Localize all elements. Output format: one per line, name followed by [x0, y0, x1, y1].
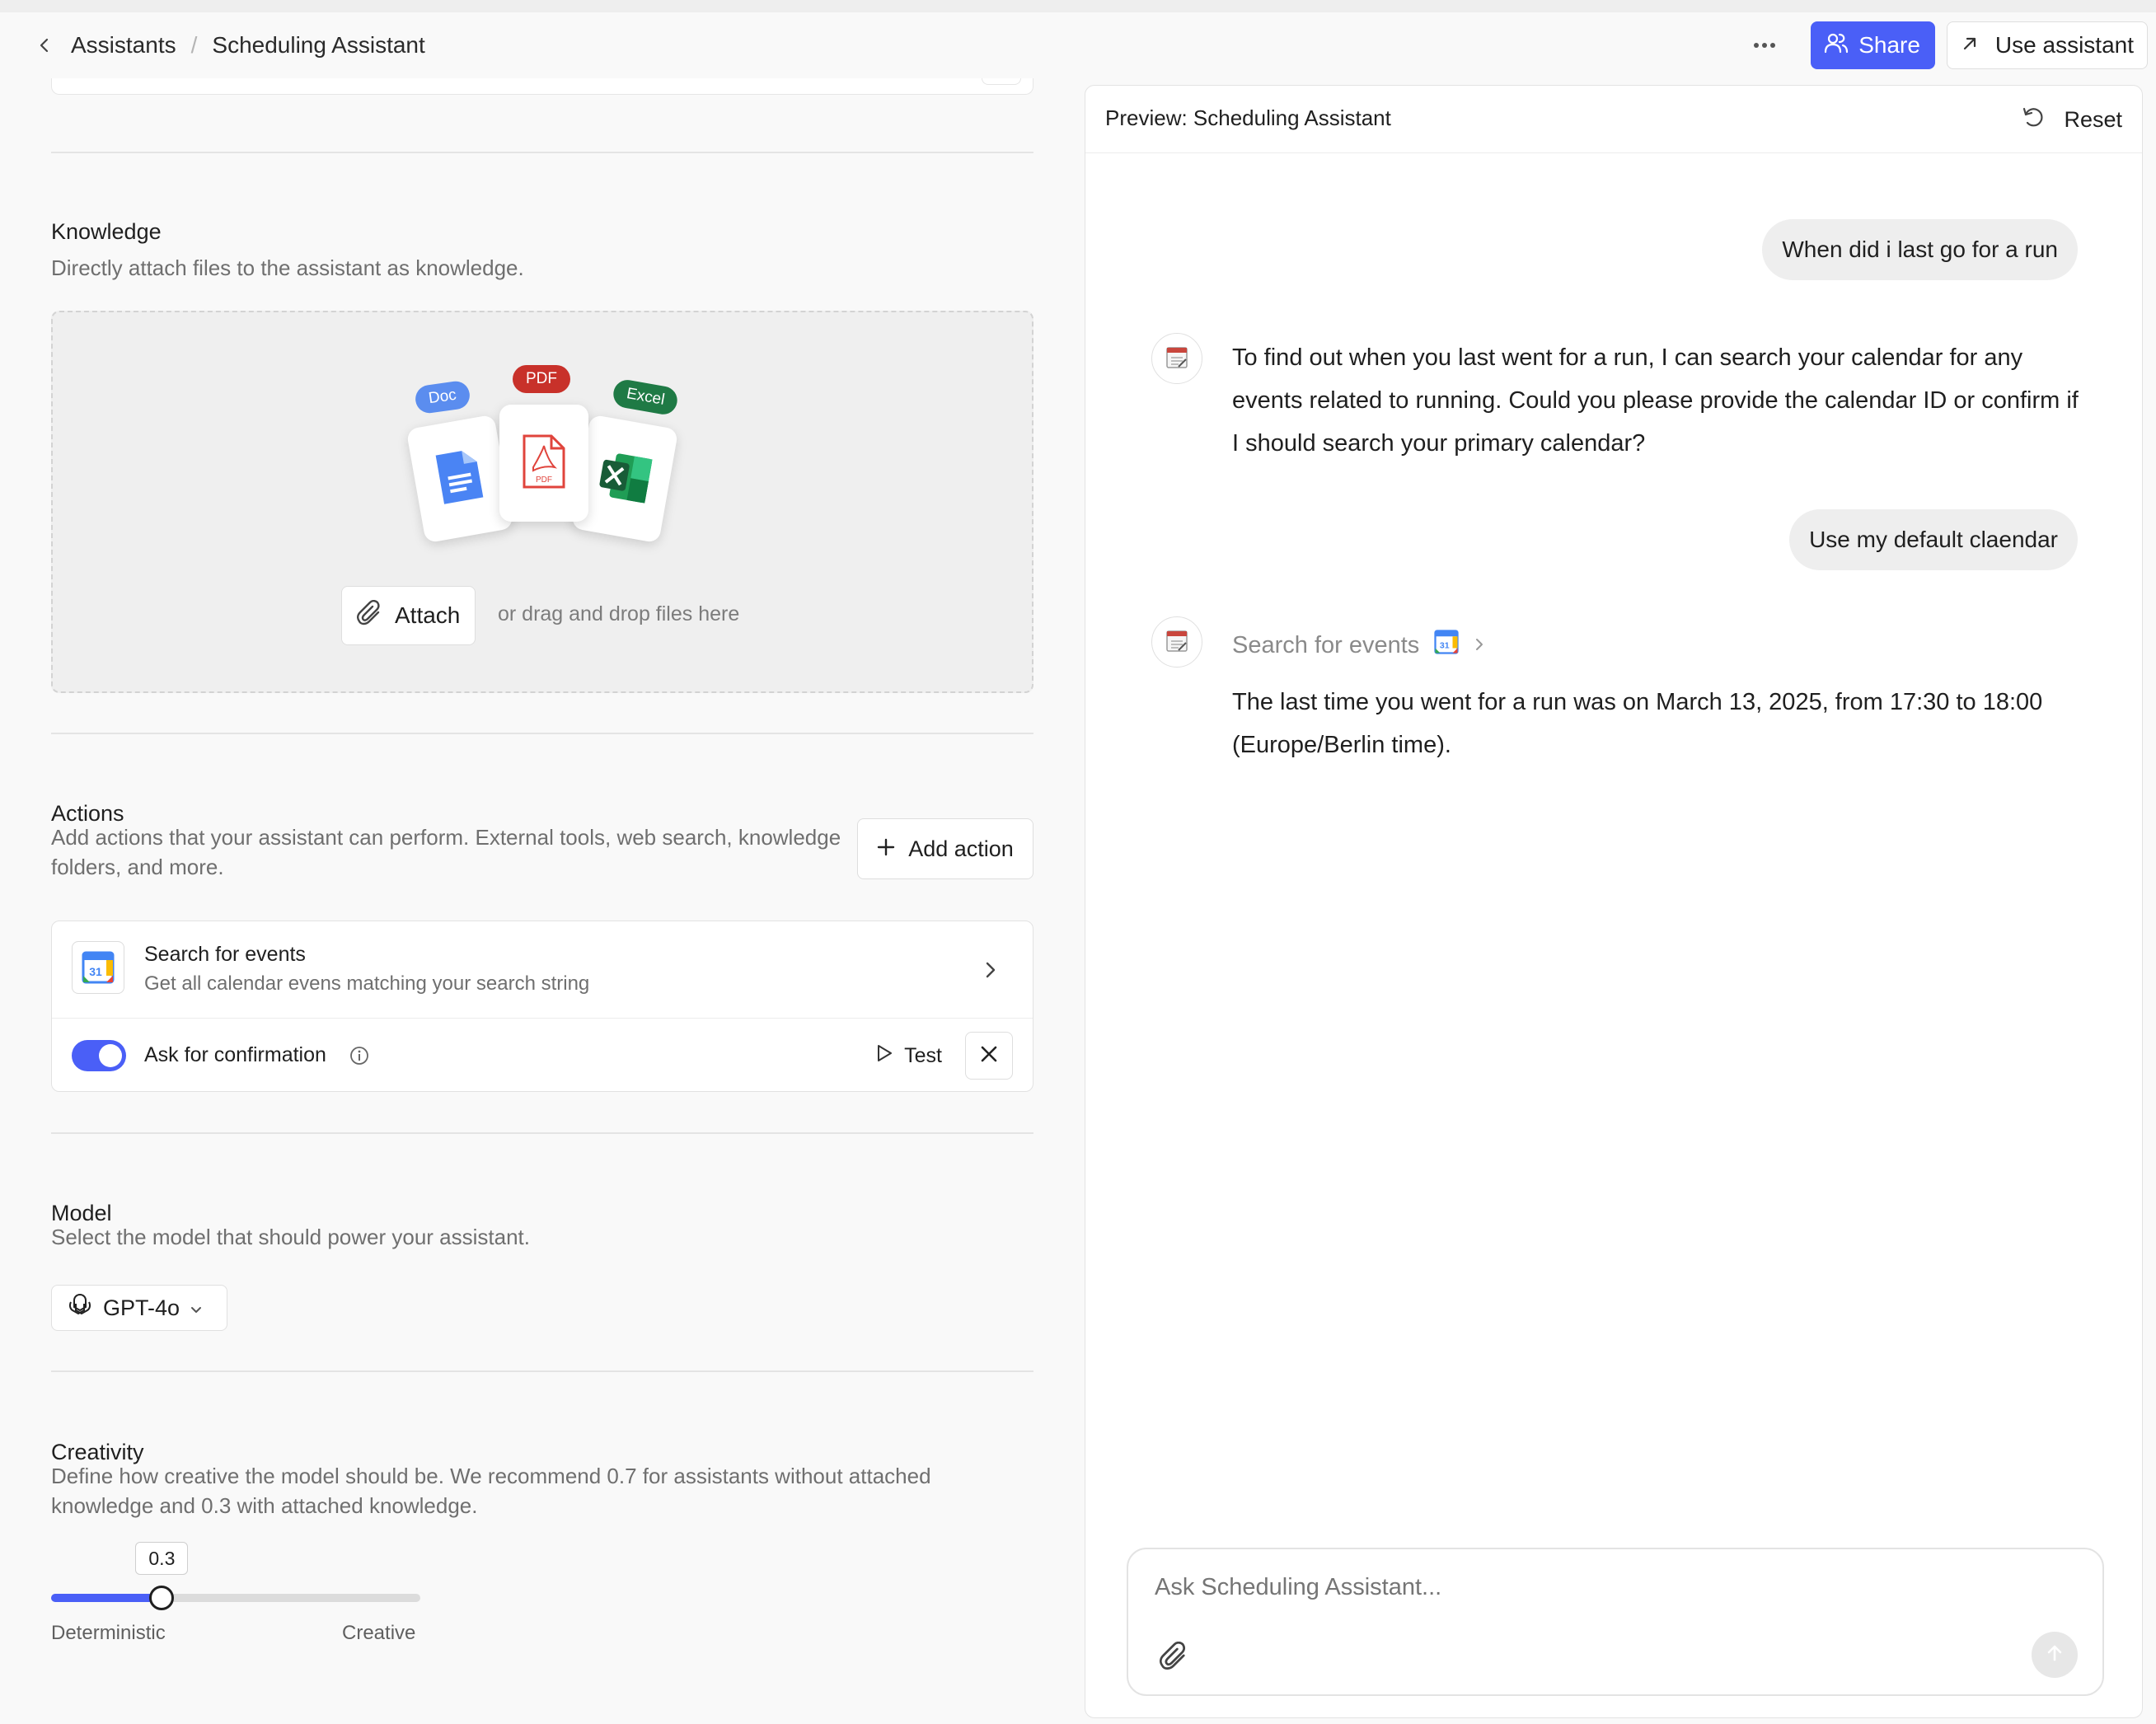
svg-text:PDF: PDF: [536, 476, 552, 485]
info-icon[interactable]: [349, 1045, 370, 1066]
more-options-icon[interactable]: [1741, 22, 1788, 68]
arrow-up-icon: [2045, 1643, 2065, 1667]
google-calendar-icon: 31: [72, 941, 124, 994]
doc-file-card: [405, 414, 514, 544]
add-action-label: Add action: [908, 836, 1014, 861]
breadcrumb-assistants-link[interactable]: Assistants: [71, 32, 176, 59]
section-divider: [51, 1132, 1033, 1134]
slider-min-label: Deterministic: [51, 1622, 166, 1644]
doc-badge: Doc: [413, 379, 471, 415]
tool-call-row[interactable]: Search for events 31: [1232, 630, 1485, 661]
paperclip-icon: [357, 599, 383, 632]
preview-header: Preview: Scheduling Assistant Reset: [1085, 86, 2142, 153]
model-description: Select the model that should power your …: [51, 1225, 530, 1249]
chevron-left-icon[interactable]: [33, 34, 56, 57]
ask-confirmation-toggle[interactable]: [72, 1040, 126, 1071]
previous-section-control: [982, 78, 1021, 85]
breadcrumb: Assistants / Scheduling Assistant: [33, 12, 425, 78]
users-icon: [1824, 30, 1849, 61]
model-selected-label: GPT-4o: [103, 1295, 180, 1320]
send-button[interactable]: [2032, 1632, 2078, 1678]
user-message: Use my default claendar: [1789, 509, 2078, 570]
section-divider: [51, 152, 1033, 153]
use-assistant-button[interactable]: Use assistant: [1946, 21, 2148, 69]
svg-text:31: 31: [1440, 641, 1450, 651]
assistant-avatar: [1151, 616, 1202, 668]
openai-icon: [67, 1292, 93, 1324]
pdf-badge: PDF: [513, 365, 570, 393]
action-description: Get all calendar evens matching your sea…: [144, 972, 590, 995]
svg-text:31: 31: [89, 965, 102, 978]
tool-call-label: Search for events: [1232, 631, 1420, 658]
action-settings-row: Ask for confirmation Test: [52, 1019, 1033, 1093]
paperclip-icon[interactable]: [1158, 1640, 1191, 1673]
chevron-down-icon: [190, 1295, 203, 1321]
header-actions: Share Use assistant: [1741, 21, 2148, 69]
slider-value-tooltip: 0.3: [135, 1542, 189, 1575]
slider-max-label: Creative: [342, 1622, 416, 1644]
model-select[interactable]: GPT-4o: [51, 1285, 227, 1331]
section-divider: [51, 1370, 1033, 1372]
drop-hint: or drag and drop files here: [498, 602, 740, 625]
share-button[interactable]: Share: [1811, 21, 1935, 69]
breadcrumb-separator: /: [190, 32, 198, 58]
assistant-message: The last time you went for a run was on …: [1232, 689, 2043, 758]
pdf-icon: PDF: [522, 434, 566, 493]
chevron-right-icon: [1474, 632, 1485, 659]
reset-button[interactable]: Reset: [2021, 99, 2122, 140]
pdf-file-card: PDF: [499, 405, 588, 522]
action-details-row[interactable]: 31 Search for events Get all calendar ev…: [52, 921, 1033, 1019]
close-icon: [980, 1045, 998, 1067]
share-label: Share: [1858, 32, 1920, 58]
previous-section-card: [51, 78, 1033, 95]
slider-fill: [51, 1594, 162, 1602]
preview-title: Preview: Scheduling Assistant: [1105, 105, 1391, 130]
assistant-message: To find out when you last went for a run…: [1232, 344, 2079, 457]
knowledge-description: Directly attach files to the assistant a…: [51, 255, 524, 280]
app-window: Assistants / Scheduling Assistant Share …: [0, 12, 2156, 1724]
google-calendar-icon: 31: [1434, 630, 1459, 661]
google-docs-icon: [432, 446, 487, 512]
chat-preview-panel: Preview: Scheduling Assistant Reset When…: [1085, 85, 2143, 1718]
toggle-knob: [99, 1044, 122, 1067]
notepad-icon: [1164, 627, 1190, 658]
attach-button[interactable]: Attach: [341, 586, 476, 645]
user-message: When did i last go for a run: [1762, 219, 2078, 280]
add-action-button[interactable]: Add action: [857, 818, 1033, 879]
excel-badge: Excel: [611, 377, 680, 417]
creativity-description: Define how creative the model should be.…: [51, 1464, 931, 1518]
excel-icon: [593, 447, 657, 510]
knowledge-title: Knowledge: [51, 219, 162, 244]
action-card: 31 Search for events Get all calendar ev…: [51, 921, 1033, 1092]
chat-input[interactable]: [1155, 1574, 2061, 1601]
plus-icon: [877, 836, 895, 862]
ask-confirmation-label: Ask for confirmation: [144, 1043, 326, 1066]
slider-thumb[interactable]: [149, 1586, 175, 1610]
actions-description: Add actions that your assistant can perf…: [51, 825, 841, 879]
reset-label: Reset: [2064, 106, 2122, 132]
remove-action-button[interactable]: [965, 1032, 1013, 1080]
file-dropzone[interactable]: PDF Doc PDF Excel Attach or drag and dro…: [51, 311, 1033, 693]
chevron-right-icon[interactable]: [978, 958, 1003, 982]
assistant-config-panel: Knowledge Directly attach files to the a…: [0, 78, 1085, 1724]
section-divider: [51, 733, 1033, 734]
chat-composer: [1127, 1548, 2104, 1696]
assistant-avatar: [1151, 333, 1202, 384]
top-bar: Assistants / Scheduling Assistant Share …: [0, 12, 2156, 78]
reset-icon: [2021, 105, 2046, 135]
test-action-button[interactable]: Test: [876, 1037, 942, 1075]
notepad-icon: [1164, 344, 1190, 374]
action-name: Search for events: [144, 943, 306, 966]
breadcrumb-current: Scheduling Assistant: [212, 32, 425, 58]
arrow-up-right-icon: [1961, 32, 1979, 59]
creativity-slider[interactable]: [51, 1586, 420, 1610]
play-icon: [876, 1044, 893, 1068]
attach-label: Attach: [395, 602, 461, 628]
test-label: Test: [904, 1043, 942, 1067]
use-assistant-label: Use assistant: [1994, 32, 2134, 58]
